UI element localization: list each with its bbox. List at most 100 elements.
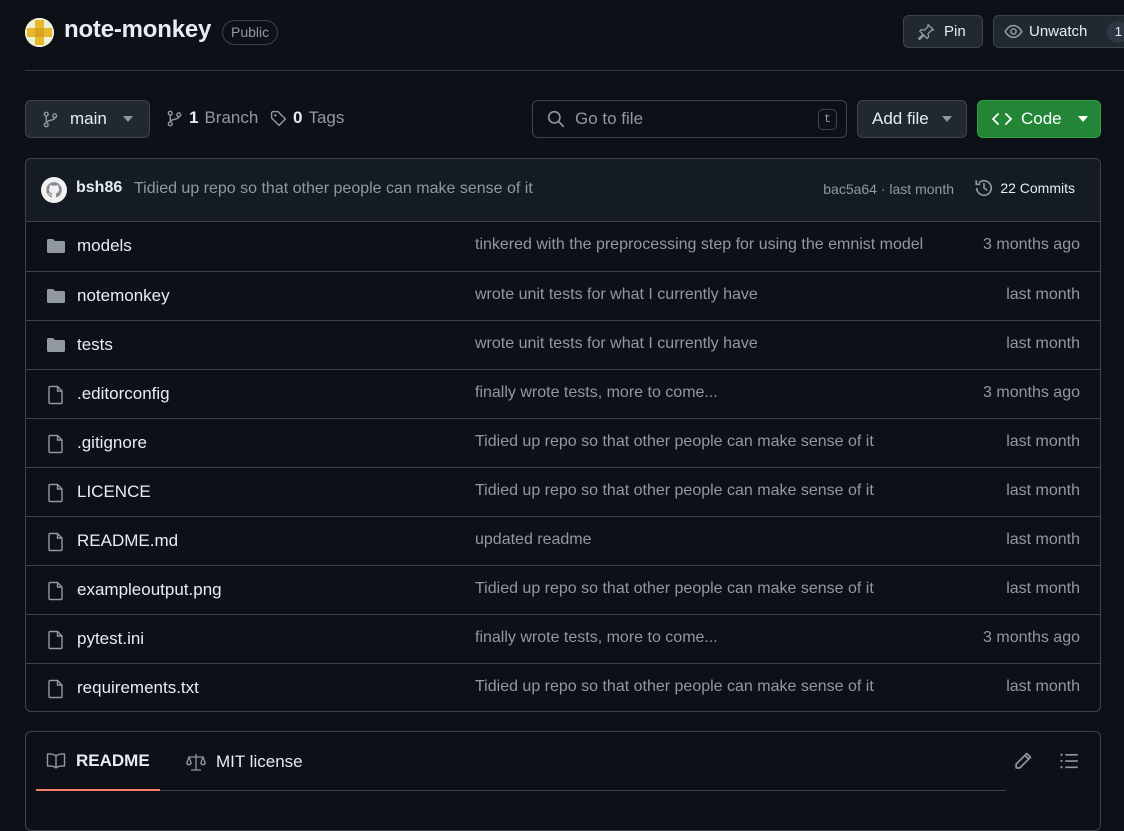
go-to-file[interactable]: t (532, 100, 847, 138)
tags-link[interactable]: 0 Tags (270, 108, 344, 128)
file-browser: bsh86 Tidied up repo so that other peopl… (25, 158, 1101, 712)
folder-icon (46, 287, 66, 305)
file-commit-message[interactable]: updated readme (475, 531, 935, 549)
add-file-button[interactable]: Add file (857, 100, 967, 138)
latest-commit-bar: bsh86 Tidied up repo so that other peopl… (26, 159, 1100, 222)
file-updated: last month (1006, 482, 1080, 499)
book-icon (46, 752, 66, 770)
file-updated: 3 months ago (983, 629, 1080, 646)
branches-link[interactable]: 1 Branch (166, 108, 258, 128)
file-commit-message[interactable]: Tidied up repo so that other people can … (475, 580, 935, 598)
file-commit-message[interactable]: Tidied up repo so that other people can … (475, 433, 935, 451)
branch-count: 1 (189, 108, 199, 127)
chevron-down-icon (942, 116, 952, 122)
readme-panel: README MIT license (25, 731, 1101, 831)
file-name[interactable]: LICENCE (77, 482, 151, 502)
folder-icon (46, 336, 66, 354)
file-icon (46, 532, 66, 552)
add-file-label: Add file (872, 109, 929, 128)
file-row[interactable]: requirements.txt Tidied up repo so that … (26, 663, 1100, 711)
code-icon (992, 111, 1012, 127)
file-name[interactable]: README.md (77, 531, 178, 551)
file-commit-message[interactable]: wrote unit tests for what I currently ha… (475, 286, 935, 304)
watch-count: 1 (1107, 20, 1124, 43)
tag-count: 0 (293, 108, 303, 127)
history-icon (974, 178, 994, 198)
file-name[interactable]: models (77, 236, 132, 256)
git-branch-icon (42, 111, 59, 128)
file-updated: last month (1006, 531, 1080, 548)
file-commit-message[interactable]: Tidied up repo so that other people can … (475, 482, 935, 500)
file-updated: last month (1006, 335, 1080, 352)
chevron-down-icon (1078, 116, 1088, 122)
file-row[interactable]: .editorconfig finally wrote tests, more … (26, 369, 1100, 418)
keyboard-shortcut-hint: t (818, 109, 837, 130)
file-updated: last month (1006, 286, 1080, 303)
unwatch-label: Unwatch (1029, 23, 1088, 40)
search-icon (547, 110, 565, 128)
tab-license[interactable]: MIT license (176, 732, 313, 791)
unwatch-button[interactable]: Unwatch 1 (993, 15, 1124, 48)
file-row[interactable]: README.md updated readme last month (26, 516, 1100, 565)
commit-sha-time[interactable]: bac5a64 · last month (823, 181, 954, 197)
file-row[interactable]: notemonkey wrote unit tests for what I c… (26, 271, 1100, 320)
file-row[interactable]: models tinkered with the preprocessing s… (26, 222, 1100, 271)
tag-count-label: Tags (308, 108, 345, 127)
file-updated: 3 months ago (983, 236, 1080, 253)
file-commit-message[interactable]: finally wrote tests, more to come... (475, 384, 935, 402)
file-icon (46, 679, 66, 699)
file-updated: last month (1006, 580, 1080, 597)
tab-readme[interactable]: README (36, 732, 160, 791)
owner-avatar[interactable] (25, 18, 54, 47)
folder-icon (46, 237, 66, 255)
repo-name[interactable]: note-monkey (64, 16, 211, 44)
file-name[interactable]: exampleoutput.png (77, 580, 222, 600)
branch-name: main (70, 109, 107, 128)
branch-selector[interactable]: main (25, 100, 150, 138)
commit-message[interactable]: Tidied up repo so that other people can … (134, 180, 533, 198)
pencil-icon[interactable] (1013, 751, 1033, 771)
readme-tab-bar: README MIT license (36, 732, 1006, 791)
file-commit-message[interactable]: wrote unit tests for what I currently ha… (475, 335, 935, 353)
branch-count-label: Branch (204, 108, 259, 127)
file-row[interactable]: .gitignore Tidied up repo so that other … (26, 418, 1100, 467)
file-name[interactable]: .gitignore (77, 433, 147, 453)
file-commit-message[interactable]: Tidied up repo so that other people can … (475, 678, 935, 696)
file-icon (46, 483, 66, 503)
pin-button[interactable]: Pin (903, 15, 983, 48)
commit-author-avatar[interactable] (41, 177, 67, 203)
file-row[interactable]: pytest.ini finally wrote tests, more to … (26, 614, 1100, 663)
pin-icon (918, 23, 935, 40)
file-row[interactable]: LICENCE Tidied up repo so that other peo… (26, 467, 1100, 516)
file-commit-message[interactable]: finally wrote tests, more to come... (475, 629, 935, 647)
list-outline-icon[interactable] (1059, 751, 1079, 771)
file-name[interactable]: pytest.ini (77, 629, 144, 649)
file-name[interactable]: tests (77, 335, 113, 355)
file-updated: last month (1006, 678, 1080, 695)
file-updated: 3 months ago (983, 384, 1080, 401)
commits-count: 22 Commits (1000, 180, 1075, 196)
file-icon (46, 630, 66, 650)
code-label: Code (1021, 109, 1062, 128)
tab-readme-label: README (76, 750, 150, 770)
file-name[interactable]: requirements.txt (77, 678, 199, 698)
file-commit-message[interactable]: tinkered with the preprocessing step for… (475, 236, 935, 254)
file-icon (46, 581, 66, 601)
scale-icon (186, 753, 206, 771)
commits-history-link[interactable]: 22 Commits (974, 178, 1075, 198)
file-row[interactable]: exampleoutput.png Tidied up repo so that… (26, 565, 1100, 614)
tag-icon (270, 110, 287, 127)
tab-license-label: MIT license (216, 751, 303, 771)
file-updated: last month (1006, 433, 1080, 450)
git-branch-icon (166, 110, 183, 127)
commit-author[interactable]: bsh86 (76, 179, 122, 197)
eye-icon (1004, 22, 1023, 41)
pin-label: Pin (944, 23, 966, 40)
file-icon (46, 385, 66, 405)
file-name[interactable]: notemonkey (77, 286, 170, 306)
code-button[interactable]: Code (977, 100, 1101, 138)
file-name[interactable]: .editorconfig (77, 384, 170, 404)
go-to-file-input[interactable] (575, 109, 795, 129)
file-row[interactable]: tests wrote unit tests for what I curren… (26, 320, 1100, 369)
visibility-badge: Public (222, 20, 279, 45)
